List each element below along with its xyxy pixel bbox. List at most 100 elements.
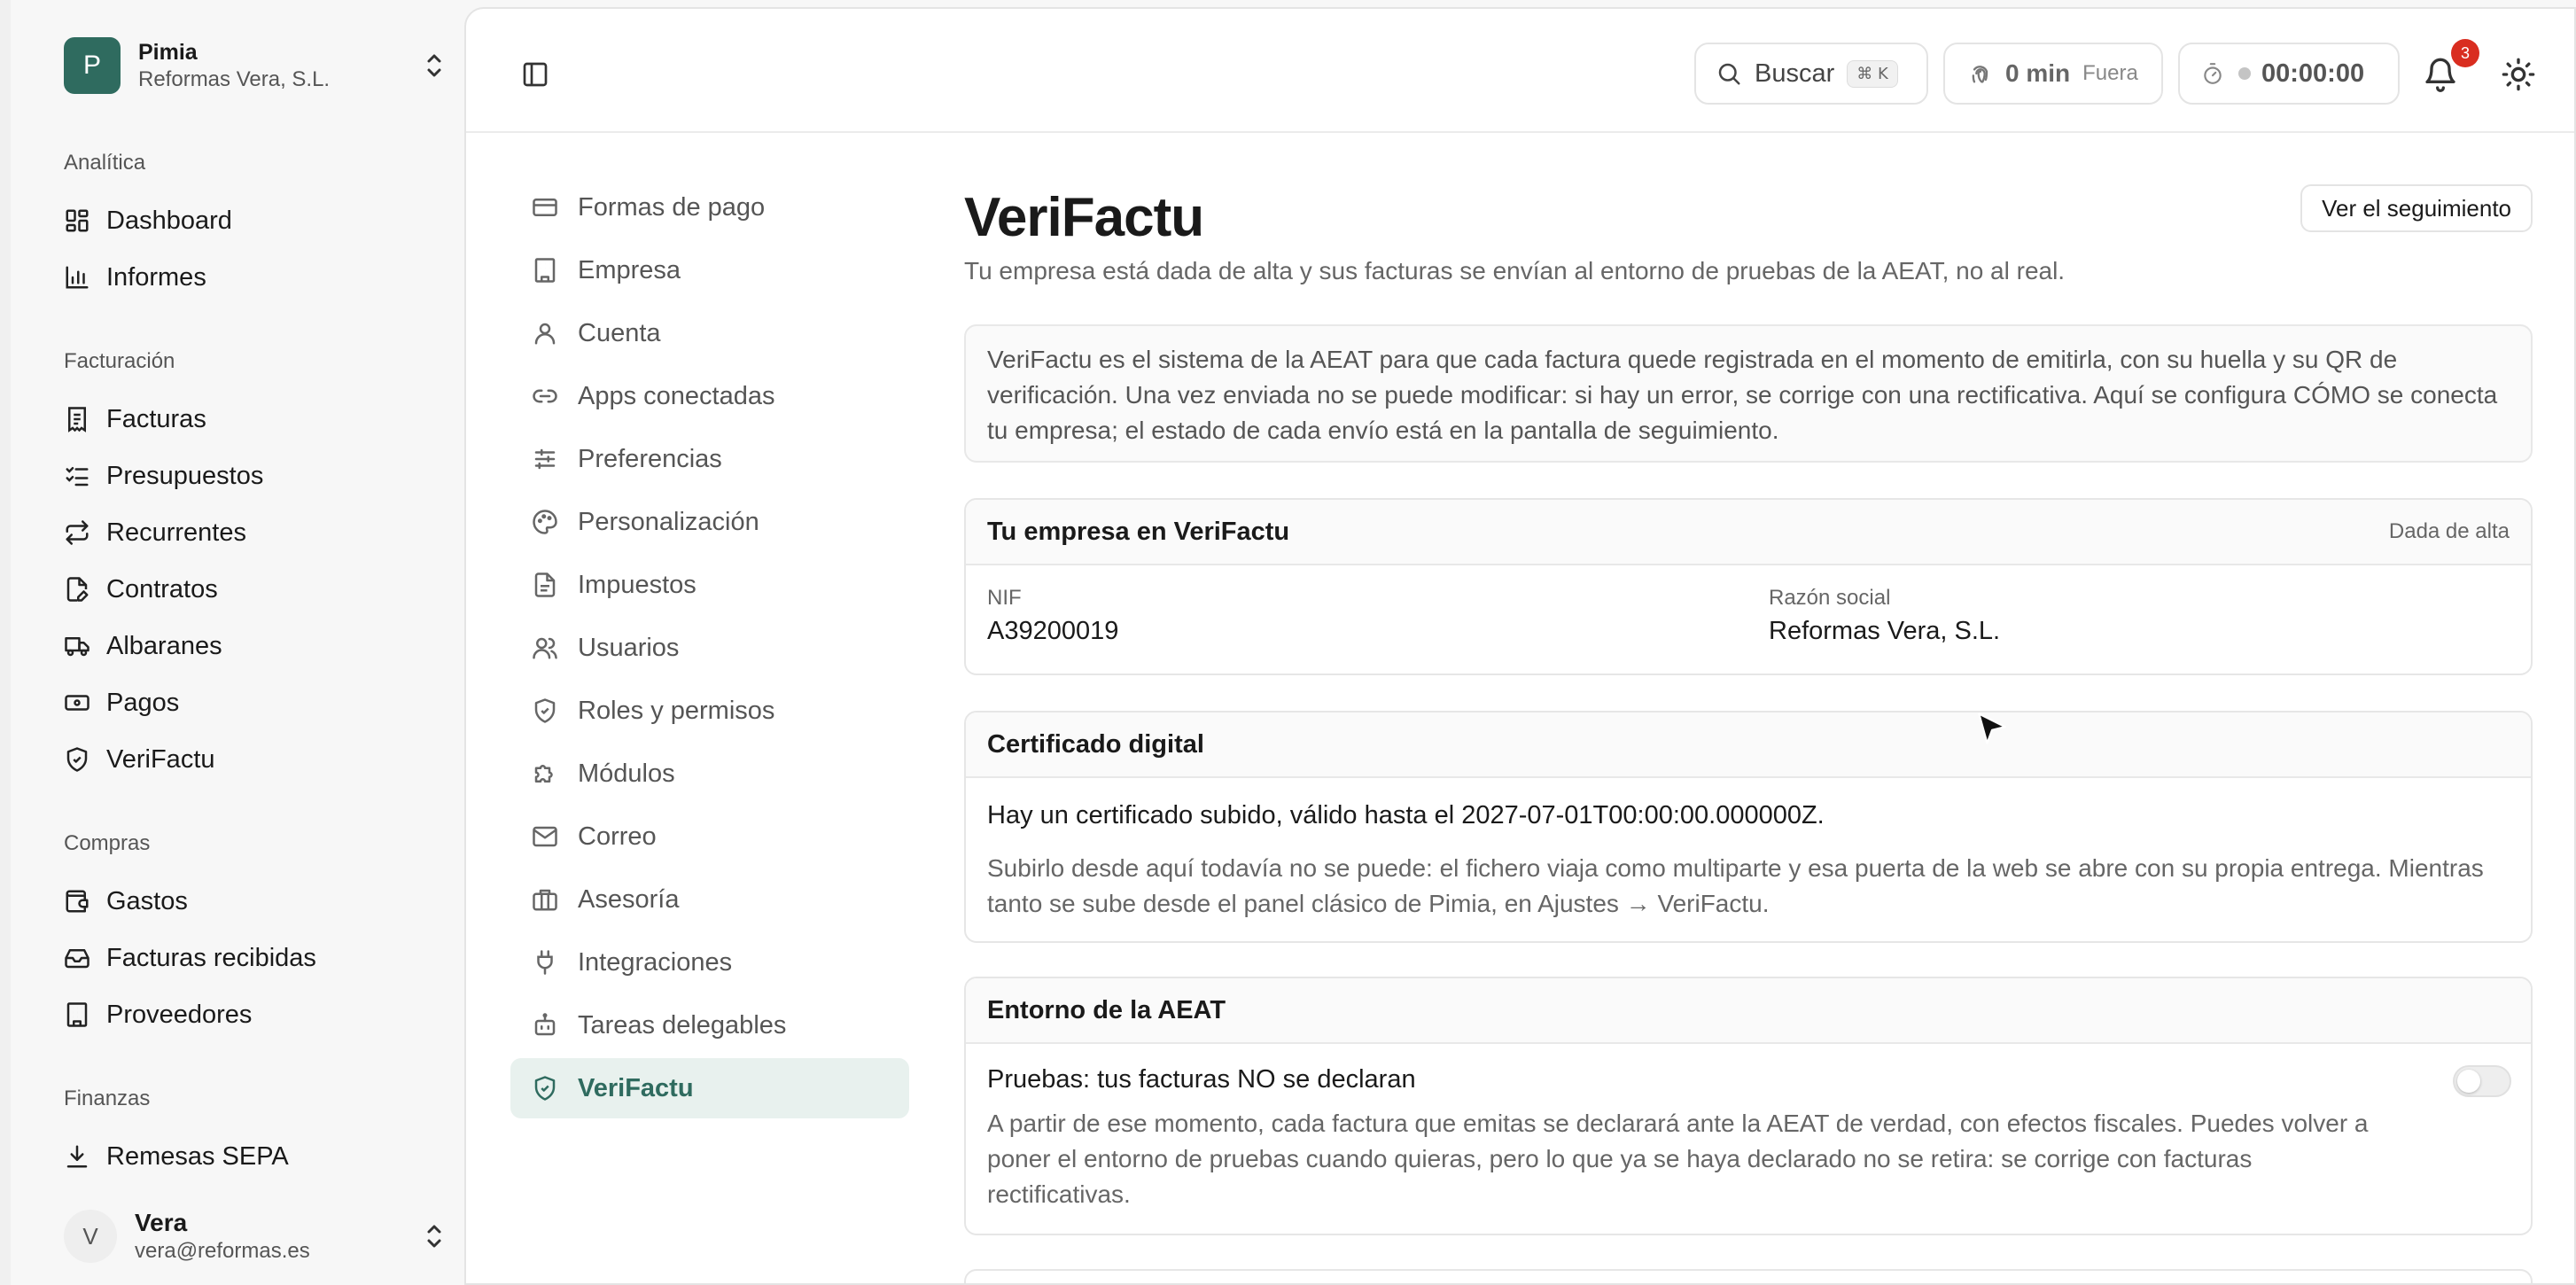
- settings-nav-modulos[interactable]: Módulos: [510, 744, 909, 804]
- sidebar-item-albaranes[interactable]: Albaranes: [64, 625, 436, 667]
- workspace-info: Pimia Reformas Vera, S.L.: [138, 38, 424, 93]
- settings-nav-label: Integraciones: [578, 947, 733, 977]
- settings-nav-cuenta[interactable]: Cuenta: [510, 303, 909, 363]
- certificate-card: Certificado digital Hay un certificado s…: [964, 711, 2533, 943]
- wallet-icon: [66, 890, 89, 913]
- shield-icon: [534, 698, 556, 723]
- list-check-icon: [66, 467, 89, 487]
- fingerprint-icon: [1972, 66, 1988, 83]
- sidebar-item-presupuestos[interactable]: Presupuestos: [64, 455, 436, 497]
- notification-badge: 3: [2451, 39, 2479, 67]
- nif-field: NIF A39200019: [987, 585, 1118, 649]
- settings-nav-label: VeriFactu: [578, 1073, 694, 1102]
- view-tracking-button[interactable]: Ver el seguimiento: [2300, 184, 2533, 232]
- sun-icon[interactable]: [2501, 57, 2536, 92]
- settings-nav-personalizacion[interactable]: Personalización: [510, 492, 909, 552]
- sidebar-item-label: Dashboard: [106, 206, 232, 235]
- settings-nav-label: Preferencias: [578, 444, 722, 473]
- settings-nav-empresa[interactable]: Empresa: [510, 240, 909, 300]
- settings-nav-verifactu[interactable]: VeriFactu: [510, 1058, 909, 1118]
- environment-toggle[interactable]: [2453, 1065, 2511, 1097]
- sidebar-item-proveedores[interactable]: Proveedores: [64, 993, 436, 1036]
- razon-social-value: Reformas Vera, S.L.: [1769, 617, 2001, 645]
- settings-nav-formas-de-pago[interactable]: Formas de pago: [510, 177, 909, 238]
- clock-in-button[interactable]: 0 min Fuera: [1943, 43, 2163, 105]
- sidebar-section-compras: Compras: [64, 831, 151, 855]
- sidebar-item-label: Presupuestos: [106, 461, 264, 490]
- shield-check-icon: [534, 1076, 556, 1101]
- sidebar-item-dashboard[interactable]: Dashboard: [64, 199, 436, 242]
- timer-button[interactable]: 00:00:00: [2178, 43, 2400, 105]
- environment-card-title: Entorno de la AEAT: [987, 995, 1226, 1024]
- settings-nav-preferencias[interactable]: Preferencias: [510, 429, 909, 489]
- settings-nav-correo[interactable]: Correo: [510, 806, 909, 867]
- presence-status: Fuera: [2082, 61, 2138, 85]
- page-subtitle: Tu empresa está dada de alta y sus factu…: [964, 257, 2066, 284]
- sidebar-item-label: Proveedores: [106, 1000, 253, 1029]
- puzzle-icon: [534, 765, 553, 783]
- workspace-switcher[interactable]: P Pimia Reformas Vera, S.L.: [64, 35, 445, 96]
- settings-nav-label: Roles y permisos: [578, 696, 775, 725]
- timer-status-dot: [2238, 67, 2251, 80]
- sidebar-item-facturas-recibidas[interactable]: Facturas recibidas: [64, 937, 436, 979]
- environment-card: Entorno de la AEAT Pruebas: tus facturas…: [964, 977, 2533, 1235]
- sidebar-item-label: Facturas recibidas: [106, 943, 316, 972]
- sidebar-item-gastos[interactable]: Gastos: [64, 880, 436, 923]
- user-info: Vera vera@reformas.es: [135, 1208, 424, 1265]
- sidebar-item-informes[interactable]: Informes: [64, 256, 436, 299]
- download-icon: [66, 1145, 88, 1168]
- link-icon: [533, 389, 557, 403]
- search-button[interactable]: Buscar ⌘ K: [1694, 43, 1928, 105]
- plug-icon: [537, 950, 553, 975]
- razon-social-label: Razón social: [1769, 586, 1891, 610]
- workspace-name: Pimia: [138, 40, 198, 65]
- workspace-avatar: P: [64, 37, 121, 94]
- environment-toggle-label: Pruebas: tus facturas NO se declaran: [987, 1065, 1416, 1094]
- file-pen-icon: [66, 577, 89, 602]
- sidebar-item-label: VeriFactu: [106, 744, 215, 774]
- palette-icon: [533, 510, 557, 534]
- sidebar-item-label: Facturas: [106, 404, 206, 433]
- sidebar-item-facturas[interactable]: Facturas: [64, 398, 436, 440]
- inbox-icon: [65, 949, 89, 969]
- chevrons-up-down-icon: [427, 54, 441, 77]
- repeat-icon: [66, 520, 89, 545]
- settings-nav-asesoria[interactable]: Asesoría: [510, 869, 909, 930]
- credit-card-icon: [533, 199, 557, 216]
- status-badge: Dada de alta: [2388, 519, 2510, 543]
- company-card-title: Tu empresa en VeriFactu: [987, 517, 1290, 546]
- bar-chart-icon: [66, 266, 89, 289]
- certificate-card-header: Certificado digital: [966, 713, 2531, 778]
- briefcase-icon: [533, 889, 557, 911]
- sidebar-item-recurrentes[interactable]: Recurrentes: [64, 511, 436, 554]
- receipt-icon: [68, 407, 86, 432]
- settings-nav-impuestos[interactable]: Impuestos: [510, 555, 909, 615]
- user-menu[interactable]: V Vera vera@reformas.es: [64, 1201, 445, 1272]
- building-icon: [66, 1002, 88, 1027]
- certificate-status: Hay un certificado subido, válido hasta …: [987, 801, 1825, 829]
- search-shortcut: ⌘ K: [1847, 59, 1898, 88]
- settings-nav-apps-conectadas[interactable]: Apps conectadas: [510, 366, 909, 426]
- bell-icon[interactable]: [2423, 57, 2458, 92]
- sidebar-item-contratos[interactable]: Contratos: [64, 568, 436, 611]
- settings-nav-integraciones[interactable]: Integraciones: [510, 932, 909, 993]
- worked-time: 0 min: [2005, 59, 2071, 87]
- sidebar-item-pagos[interactable]: Pagos: [64, 681, 436, 724]
- sidebar-item-label: Remesas SEPA: [106, 1141, 289, 1171]
- users-icon: [533, 637, 557, 659]
- bot-icon: [534, 1013, 556, 1036]
- settings-nav-label: Apps conectadas: [578, 381, 775, 410]
- certificate-note: Subirlo desde aquí todavía no se puede: …: [987, 854, 2484, 917]
- settings-nav-usuarios[interactable]: Usuarios: [510, 618, 909, 678]
- sidebar-section-facturacion: Facturación: [64, 349, 175, 373]
- settings-nav-label: Personalización: [578, 507, 759, 536]
- sidebar-item-verifactu[interactable]: VeriFactu: [64, 738, 436, 781]
- avatar: V: [64, 1210, 117, 1263]
- file-text-icon: [534, 572, 556, 597]
- sidebar-item-remesas-sepa[interactable]: Remesas SEPA: [64, 1135, 436, 1178]
- settings-nav-roles-y-permisos[interactable]: Roles y permisos: [510, 681, 909, 741]
- settings-nav-tareas-delegables[interactable]: Tareas delegables: [510, 995, 909, 1055]
- sidebar-toggle-icon[interactable]: [521, 60, 549, 89]
- sidebar-item-label: Gastos: [106, 886, 188, 915]
- sidebar-item-label: Recurrentes: [106, 518, 246, 547]
